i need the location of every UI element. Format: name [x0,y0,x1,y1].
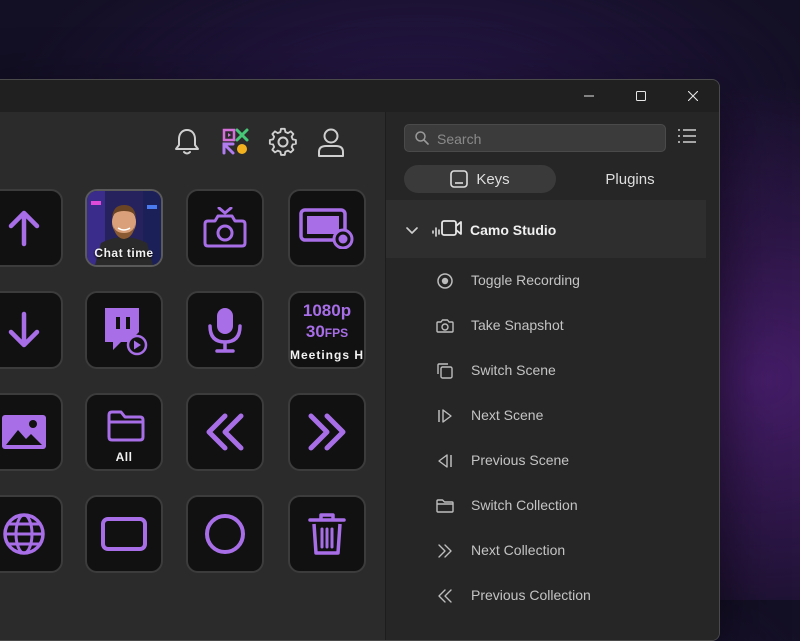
key-screen-record[interactable] [288,189,366,267]
tab-label: Plugins [605,170,655,188]
key-meetings-hd[interactable]: 1080p 30FPS Meetings HD [288,291,366,369]
search-input[interactable] [435,125,659,153]
folder-icon [107,410,145,442]
key-tab-icon [450,170,469,188]
microphone-icon [208,308,242,353]
camera-snapshot-icon [203,207,247,248]
key-twitch[interactable] [85,291,163,369]
key-label: All [115,450,133,464]
list-view-button[interactable] [678,128,698,148]
bell-icon [175,129,199,155]
key-arrow-up[interactable] [0,189,63,267]
rectangle-icon [101,517,147,551]
user-icon [318,128,344,157]
chevron-down-icon [406,227,418,234]
action-switch-scene[interactable]: Switch Scene [386,348,706,393]
action-label: Previous Scene [471,452,570,468]
copy-scene-icon [437,363,453,379]
camo-logo-button[interactable] [219,126,251,158]
list-view-icon [678,129,696,143]
action-label: Next Scene [471,407,544,423]
action-label: Switch Collection [471,497,578,513]
action-take-snapshot[interactable]: Take Snapshot [386,303,706,348]
maximize-button[interactable] [618,80,664,112]
previous-icon [438,454,452,468]
search-box[interactable] [404,124,666,153]
action-label: Next Collection [471,542,566,558]
action-previous-scene[interactable]: Previous Scene [386,438,706,483]
key-previous[interactable] [186,393,264,471]
key-circle[interactable] [186,495,264,573]
key-delete[interactable] [288,495,366,573]
key-globe[interactable] [0,495,63,573]
record-icon [437,273,453,289]
key-chat-time[interactable]: Chat time [85,189,163,267]
plugin-name: Camo Studio [470,222,557,238]
key-label: Chat time [94,246,154,260]
settings-button[interactable] [267,126,299,158]
close-button[interactable] [670,80,716,112]
camo-logo-icon [222,128,249,155]
tab-plugins[interactable]: Plugins [554,165,706,193]
maximize-icon [636,91,646,101]
framerate-value: 30 [305,322,325,341]
key-next[interactable] [288,393,366,471]
trash-icon [308,513,346,555]
action-label: Switch Scene [471,362,556,378]
key-microphone[interactable] [186,291,264,369]
double-chevron-left-icon [438,589,452,603]
actions-sidebar: Keys Plugins Camo Studio Toggle Recordin… [385,112,719,640]
app-window: Chat time 1080p 30FPS Meetings HD All Se… [0,79,720,641]
notifications-button[interactable] [171,126,203,158]
action-label: Previous Collection [471,587,591,603]
circle-icon [205,514,245,554]
key-take-snapshot[interactable] [186,189,264,267]
scrollbar-track[interactable] [707,200,719,640]
double-chevron-left-icon [206,413,244,451]
framerate-unit: FPS [324,326,349,340]
title-bar [0,80,719,112]
close-icon [688,91,698,101]
folder-outline-icon [436,499,454,513]
framerate-text: 30FPS [290,321,364,344]
minimize-button[interactable] [566,80,612,112]
action-next-collection[interactable]: Next Collection [386,528,706,573]
key-folder-all[interactable]: All [85,393,163,471]
resolution-text: 1080p [302,301,352,320]
action-next-scene[interactable]: Next Scene [386,393,706,438]
video-format-icon: 1080p 30FPS [290,301,364,344]
next-icon [438,409,452,423]
screen-record-icon [299,208,354,249]
key-arrow-down[interactable] [0,291,63,369]
key-label: Meetings HD [290,348,366,362]
camo-studio-icon [432,220,462,237]
action-switch-collection[interactable]: Switch Collection [386,483,706,528]
tab-label: Keys [476,170,510,188]
search-icon [415,131,429,145]
plugin-group-header[interactable]: Camo Studio [386,200,706,258]
tab-keys[interactable]: Keys [404,165,556,193]
double-chevron-right-icon [438,544,452,558]
arrow-up-icon [8,210,40,247]
image-icon [2,415,46,449]
action-label: Take Snapshot [471,317,564,333]
account-button[interactable] [315,126,347,158]
key-rectangle[interactable] [85,495,163,573]
camera-icon [436,319,454,333]
action-toggle-recording[interactable]: Toggle Recording [386,258,706,303]
double-chevron-right-icon [308,413,346,451]
key-image[interactable] [0,393,63,471]
action-label: Toggle Recording [471,272,580,288]
action-previous-collection[interactable]: Previous Collection [386,573,706,618]
twitch-play-icon [105,308,148,356]
gear-icon [268,127,297,156]
key-grid-pane: Chat time 1080p 30FPS Meetings HD All [0,112,384,640]
arrow-down-icon [8,311,40,348]
globe-icon [3,513,45,555]
minimize-icon [584,95,594,97]
